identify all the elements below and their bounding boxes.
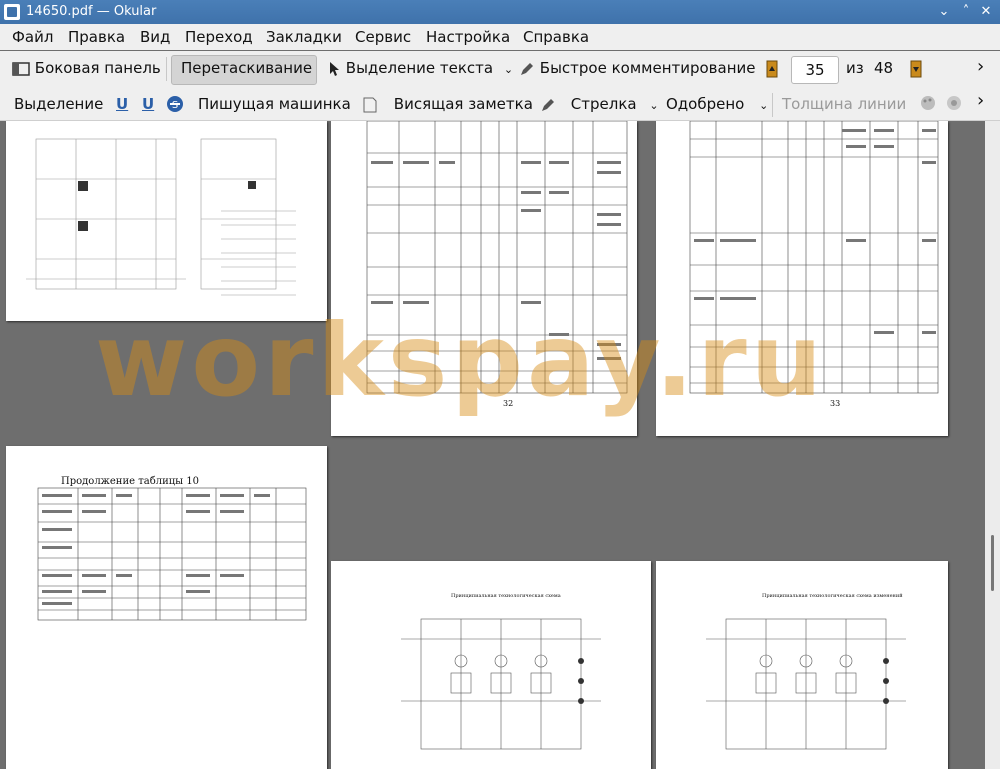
sidebar-button[interactable]: Боковая панель [12, 59, 161, 77]
toolbar-separator [166, 57, 167, 81]
arrow-tool[interactable]: Стрелка ⌄ [540, 95, 659, 113]
annotation-toolbar: Выделение U U S Пишущая машинка Висящая … [0, 87, 1000, 121]
sidebar-button-label: Боковая панель [34, 59, 161, 77]
popup-note-label: Висящая заметка [393, 95, 533, 113]
menu-tools[interactable]: Сервис [355, 28, 411, 46]
pen-icon [542, 98, 554, 111]
technological-scheme-drawing [401, 618, 601, 750]
maximize-button[interactable]: ˄ [958, 4, 974, 20]
fill-icon[interactable] [946, 95, 962, 111]
drag-mode-label: Перетаскивание [181, 59, 313, 77]
menu-settings[interactable]: Настройка [426, 28, 510, 46]
page-total-label: 48 [874, 59, 894, 77]
drag-mode-button[interactable]: Перетаскивание [181, 59, 312, 77]
cursor-icon [330, 61, 339, 76]
continuation-table [37, 487, 307, 621]
floor-plan-drawing [26, 138, 296, 296]
page-number-33: 33 [830, 399, 841, 408]
next-page-icon[interactable] [910, 60, 922, 78]
color-icon[interactable] [920, 95, 936, 111]
vertical-scrollbar[interactable] [985, 121, 1000, 769]
svg-text:S: S [172, 100, 178, 111]
menu-help[interactable]: Справка [523, 28, 589, 46]
watermark: workspay.ru [95, 302, 826, 419]
page-31[interactable] [6, 121, 327, 321]
minimize-button[interactable]: ⌄ [936, 4, 952, 20]
scheme-changes-drawing [706, 618, 906, 750]
close-button[interactable]: ✕ [978, 4, 994, 20]
menu-bar: Файл Правка Вид Переход Закладки Сервис … [0, 24, 1000, 50]
menu-go[interactable]: Переход [185, 28, 253, 46]
window-title: 14650.pdf — Okular [26, 4, 157, 19]
highlight-tool[interactable]: Выделение [14, 95, 103, 113]
page-36[interactable]: Принципиальная технологическая схема изм… [656, 561, 948, 769]
okular-app-icon [4, 4, 20, 20]
page-of-label: из [846, 59, 864, 77]
chevron-down-icon[interactable]: ⌄ [649, 99, 658, 112]
sidebar-icon [12, 61, 30, 76]
pen-icon [521, 62, 533, 75]
document-viewport[interactable]: 32 33 Продолжение таблицы 10 Принципиаль… [0, 121, 985, 769]
underline-icon[interactable]: U [116, 95, 128, 113]
title-bar: 14650.pdf — Okular ⌄ ˄ ✕ [0, 0, 1000, 24]
chevron-down-icon[interactable]: ⌄ [504, 63, 513, 76]
menu-file[interactable]: Файл [12, 28, 53, 46]
chevron-down-icon[interactable]: ⌄ [759, 99, 768, 112]
quick-comment-label: Быстрое комментирование [539, 59, 756, 77]
page-35[interactable]: Принципиальная технологическая схема [331, 561, 651, 769]
toolbar-overflow-button[interactable]: › [977, 56, 984, 77]
page-number-input[interactable]: 35 [791, 56, 839, 84]
quick-comment-button[interactable]: Быстрое комментирование [519, 59, 756, 77]
typewriter-tool[interactable]: Пишущая машинка [198, 95, 351, 113]
toolbar-overflow-button[interactable]: › [977, 90, 984, 111]
menu-bookmarks[interactable]: Закладки [266, 28, 342, 46]
scrollbar-thumb[interactable] [991, 535, 994, 591]
stamp-label: Одобрено [666, 95, 745, 113]
squiggly-underline-icon[interactable]: U [142, 95, 154, 113]
page-34[interactable]: Продолжение таблицы 10 [6, 446, 327, 769]
menu-view[interactable]: Вид [140, 28, 170, 46]
text-select-button[interactable]: Выделение текста ⌄ [329, 59, 513, 77]
stamp-tool[interactable]: Одобрено ⌄ [666, 95, 768, 113]
main-toolbar: Боковая панель Перетаскивание Выделение … [0, 51, 1000, 87]
strikeout-icon[interactable]: S [166, 95, 184, 113]
popup-note-tool[interactable]: Висящая заметка [363, 95, 533, 113]
text-select-label: Выделение текста [345, 59, 494, 77]
arrow-tool-label: Стрелка [570, 95, 637, 113]
toolbar-separator [772, 93, 773, 117]
note-icon [363, 97, 377, 112]
line-width-control[interactable]: Толщина линии [782, 95, 906, 113]
menu-edit[interactable]: Правка [68, 28, 125, 46]
previous-page-icon[interactable] [766, 60, 778, 78]
